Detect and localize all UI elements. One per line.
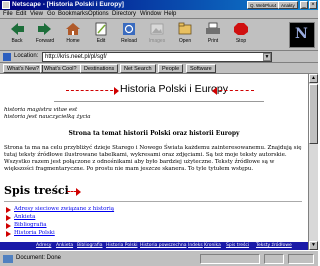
nav-link-teksty-zrodlowe[interactable]: Teksty źródłowe <box>256 242 292 250</box>
menu-options[interactable]: Options <box>88 11 109 17</box>
location-bar: Location: http://kris.neet.pl/pl/sgf/ ▼ <box>0 51 318 63</box>
banner-line-right <box>214 90 254 91</box>
bullet-triangle-icon <box>6 223 11 229</box>
menu-file[interactable]: File <box>3 11 13 17</box>
whats-new-button[interactable]: What's New? <box>3 64 44 73</box>
print-button[interactable]: Print <box>199 22 227 48</box>
bookmark-icon[interactable] <box>3 53 11 61</box>
home-icon <box>66 23 80 35</box>
minimize-button[interactable]: _ <box>300 1 308 9</box>
reload-button[interactable]: Reload <box>115 22 143 48</box>
edit-button[interactable]: Edit <box>87 22 115 48</box>
print-icon <box>206 22 220 34</box>
contents-heading: Spis treści <box>4 184 69 197</box>
menu-help[interactable]: Help <box>164 11 176 17</box>
status-cell <box>264 254 284 264</box>
banner: Historia Polski i Europy <box>66 82 254 100</box>
vertical-scrollbar[interactable]: ▲ ▼ <box>308 74 318 250</box>
personal-toolbar: What's New? What's Cool? Destinations Ne… <box>0 63 318 74</box>
whats-cool-button[interactable]: What's Cool? <box>40 64 81 73</box>
toolbar: Back Forward Home Edit Reload Images Ope… <box>0 19 318 51</box>
nav-link-ankieta[interactable]: Ankieta <box>56 242 73 250</box>
page-content: Historia Polski i Europy historia magist… <box>0 74 308 250</box>
link-adresy[interactable]: Adresy sieciowe związane z historią <box>14 206 114 212</box>
nav-link-bibliografia[interactable]: Bibliografia <box>77 242 103 250</box>
back-arrow-icon <box>11 23 24 35</box>
net-search-button[interactable]: Net Search <box>120 64 156 73</box>
banner-line-left <box>66 90 118 91</box>
browser-window: Netscape - [Historia Polski i Europy] Q.… <box>0 0 318 266</box>
bottom-nav: Adresy Ankieta Bibliografia Historia Pol… <box>0 242 308 250</box>
location-input[interactable]: http://kris.neet.pl/pl/sgf/ <box>42 52 272 62</box>
link-historia-polski[interactable]: Historia Polski <box>14 230 55 236</box>
destinations-button[interactable]: Destinations <box>80 64 119 73</box>
back-button[interactable]: Back <box>3 22 31 48</box>
security-key-icon <box>3 255 13 263</box>
title-bar: Netscape - [Historia Polski i Europy] Q.… <box>0 0 318 10</box>
motto-polish: historia jest nauczycielką życia <box>4 114 91 120</box>
people-button[interactable]: People <box>158 64 184 73</box>
nav-link-kronika[interactable]: Kronika <box>204 242 221 250</box>
status-text: Document: Done <box>16 255 62 261</box>
nav-link-historia-powszechna[interactable]: Historia powszechna <box>140 242 187 250</box>
subtitle-heading: Strona ta temat historii Polski oraz his… <box>68 130 240 137</box>
open-icon <box>178 22 192 35</box>
intro-paragraph: Strona ta ma na celu przybliżyć dzieje S… <box>4 145 302 172</box>
reload-icon <box>123 23 135 35</box>
menu-bar: File Edit View Go Bookmarks Options Dire… <box>0 10 318 19</box>
bullet-triangle-icon <box>6 207 11 213</box>
arrow-right-icon <box>114 87 119 95</box>
menu-edit[interactable]: Edit <box>16 11 26 17</box>
scroll-thumb[interactable] <box>309 84 318 144</box>
software-button[interactable]: Software <box>186 64 216 73</box>
status-bar: Document: Done <box>0 250 318 266</box>
link-ankieta[interactable]: Ankieta <box>14 214 35 220</box>
images-icon <box>150 23 164 35</box>
stop-button[interactable]: Stop <box>227 22 255 48</box>
scroll-down-icon[interactable]: ▼ <box>309 241 318 250</box>
netscape-logo: N <box>289 22 315 48</box>
menu-directory[interactable]: Directory <box>112 11 136 17</box>
images-button[interactable]: Images <box>143 22 171 48</box>
bullet-triangle-icon <box>6 231 11 237</box>
nav-link-indeks[interactable]: Indeks <box>188 242 203 250</box>
window-title: Netscape - [Historia Polski i Europy] <box>12 1 124 8</box>
location-label: Location: <box>14 53 39 59</box>
stop-icon <box>234 23 248 35</box>
divider <box>4 201 302 202</box>
menu-bookmarks[interactable]: Bookmarks <box>58 11 88 17</box>
status-progress <box>200 254 260 264</box>
status-cell <box>288 254 314 264</box>
forward-button[interactable]: Forward <box>31 22 59 48</box>
menu-view[interactable]: View <box>30 11 43 17</box>
chevron-down-icon[interactable]: ▼ <box>263 53 271 61</box>
home-button[interactable]: Home <box>59 22 87 48</box>
open-button[interactable]: Open <box>171 22 199 48</box>
title-badge-2[interactable]: Anakty <box>278 1 298 9</box>
menu-go[interactable]: Go <box>47 11 55 17</box>
close-button[interactable]: × <box>309 1 317 9</box>
motto-latin: historia magistra vitae est <box>4 107 78 113</box>
edit-icon <box>95 22 107 36</box>
arrow-left-icon <box>212 87 217 95</box>
scroll-up-icon[interactable]: ▲ <box>309 74 318 83</box>
arrow-right-icon <box>67 188 81 196</box>
link-bibliografia[interactable]: Bibliografia <box>14 222 47 228</box>
nav-link-historia-polski[interactable]: Historia Polski <box>106 242 138 250</box>
bullet-triangle-icon <box>6 215 11 221</box>
app-icon <box>2 1 10 9</box>
nav-link-adresy[interactable]: Adresy <box>36 242 51 250</box>
forward-arrow-icon <box>38 23 51 35</box>
title-badge-1[interactable]: Q. WebPlus4 <box>247 1 280 9</box>
nav-link-spis-tresci[interactable]: Spis treści <box>226 242 249 250</box>
divider <box>54 101 264 102</box>
menu-window[interactable]: Window <box>140 11 161 17</box>
